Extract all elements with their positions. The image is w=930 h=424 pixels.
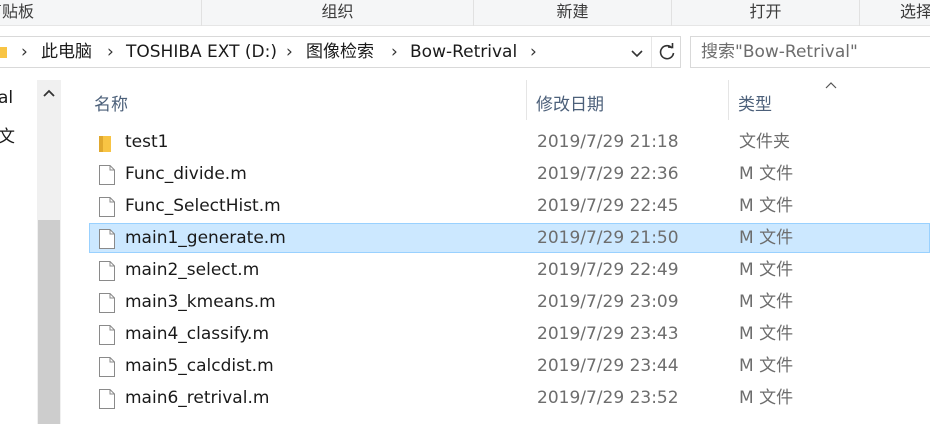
folder-icon: [0, 47, 7, 58]
scroll-thumb[interactable]: [38, 220, 60, 424]
file-icon: [99, 261, 115, 281]
scroll-up-button[interactable]: [37, 80, 61, 106]
chevron-right-icon[interactable]: ›: [391, 41, 398, 63]
column-header-modified[interactable]: 修改日期: [536, 90, 604, 115]
file-name: main1_generate.m: [125, 228, 286, 248]
nav-item-2[interactable]: 文: [0, 122, 15, 147]
chevron-right-icon[interactable]: ›: [286, 41, 293, 63]
file-name: main3_kmeans.m: [125, 292, 276, 312]
file-row[interactable]: test1 2019/7/29 21:18 文件夹: [89, 127, 930, 157]
file-modified-date: 2019/7/29 22:45: [537, 196, 679, 216]
file-modified-date: 2019/7/29 23:09: [537, 292, 679, 312]
file-icon: [99, 293, 115, 313]
breadcrumb-this-pc[interactable]: 此电脑: [41, 41, 92, 63]
sort-ascending-icon: [825, 82, 837, 89]
ribbon-group-clipboard: 剪贴板: [0, 0, 202, 26]
address-bar[interactable]: › 此电脑 › TOSHIBA EXT (D:) › 图像检索 › Bow-Re…: [0, 36, 681, 68]
file-row[interactable]: main5_calcdist.m 2019/7/29 23:44 M 文件: [89, 351, 930, 381]
file-name: Func_SelectHist.m: [125, 196, 281, 216]
file-name: Func_divide.m: [125, 164, 247, 184]
breadcrumb-drive[interactable]: TOSHIBA EXT (D:): [126, 41, 277, 63]
breadcrumb-current-folder[interactable]: Bow-Retrival: [410, 41, 517, 63]
chevron-right-icon[interactable]: ›: [107, 41, 114, 63]
file-modified-date: 2019/7/29 23:43: [537, 324, 679, 344]
chevron-right-icon[interactable]: ›: [21, 41, 28, 63]
file-type: M 文件: [739, 388, 794, 408]
file-modified-date: 2019/7/29 22:49: [537, 260, 679, 280]
file-type: M 文件: [739, 260, 794, 280]
file-modified-date: 2019/7/29 21:18: [537, 132, 679, 152]
refresh-button[interactable]: [651, 37, 681, 67]
file-type: M 文件: [739, 356, 794, 376]
ribbon-group-open: 打开: [672, 0, 860, 26]
file-name: test1: [125, 132, 169, 152]
ribbon-group-select: 选择: [900, 2, 930, 21]
chevron-down-icon[interactable]: [627, 43, 647, 63]
file-modified-date: 2019/7/29 21:50: [537, 228, 679, 248]
column-header-type[interactable]: 类型: [738, 90, 772, 115]
address-row: › 此电脑 › TOSHIBA EXT (D:) › 图像检索 › Bow-Re…: [0, 26, 930, 80]
file-row[interactable]: main4_classify.m 2019/7/29 23:43 M 文件: [89, 319, 930, 349]
file-type: M 文件: [739, 324, 794, 344]
file-name: main5_calcdist.m: [125, 356, 274, 376]
refresh-icon: [659, 43, 674, 60]
column-divider[interactable]: [728, 80, 729, 120]
chevron-up-icon: [43, 89, 55, 97]
breadcrumb-folder-image-search[interactable]: 图像检索: [306, 41, 374, 63]
file-icon: [99, 165, 115, 185]
file-modified-date: 2019/7/29 22:36: [537, 164, 679, 184]
file-row[interactable]: Func_SelectHist.m 2019/7/29 22:45 M 文件: [89, 191, 930, 221]
file-icon: [99, 325, 115, 345]
file-type: M 文件: [739, 228, 794, 248]
file-name: main2_select.m: [125, 260, 260, 280]
file-modified-date: 2019/7/29 23:52: [537, 388, 679, 408]
ribbon-group-labels: 剪贴板 组织 新建 打开 选择: [0, 0, 930, 26]
search-input[interactable]: [701, 41, 930, 63]
file-modified-date: 2019/7/29 23:44: [537, 356, 679, 376]
file-row[interactable]: main1_generate.m 2019/7/29 21:50 M 文件: [89, 223, 930, 253]
file-name: main6_retrival.m: [125, 388, 270, 408]
file-icon: [99, 357, 115, 377]
file-row[interactable]: main6_retrival.m 2019/7/29 23:52 M 文件: [89, 383, 930, 413]
file-type: M 文件: [739, 292, 794, 312]
file-type: M 文件: [739, 164, 794, 184]
nav-item-1[interactable]: al: [0, 88, 13, 108]
column-divider[interactable]: [526, 80, 527, 120]
file-name: main4_classify.m: [125, 324, 270, 344]
file-row[interactable]: Func_divide.m 2019/7/29 22:36 M 文件: [89, 159, 930, 189]
ribbon-group-new: 新建: [474, 0, 672, 26]
file-type: 文件夹: [739, 132, 790, 152]
column-headers: 名称 修改日期 类型: [62, 80, 930, 120]
file-icon: [99, 197, 115, 217]
column-header-name[interactable]: 名称: [94, 90, 128, 115]
file-row[interactable]: main2_select.m 2019/7/29 22:49 M 文件: [89, 255, 930, 285]
search-box[interactable]: [690, 36, 930, 68]
chevron-right-icon[interactable]: ›: [530, 41, 537, 63]
ribbon-group-organize: 组织: [202, 0, 474, 26]
file-type: M 文件: [739, 196, 794, 216]
file-row[interactable]: main3_kmeans.m 2019/7/29 23:09 M 文件: [89, 287, 930, 317]
navigation-scrollbar[interactable]: [37, 80, 61, 424]
file-icon: [99, 389, 115, 409]
file-icon: [99, 229, 115, 249]
folder-icon: [99, 136, 111, 152]
